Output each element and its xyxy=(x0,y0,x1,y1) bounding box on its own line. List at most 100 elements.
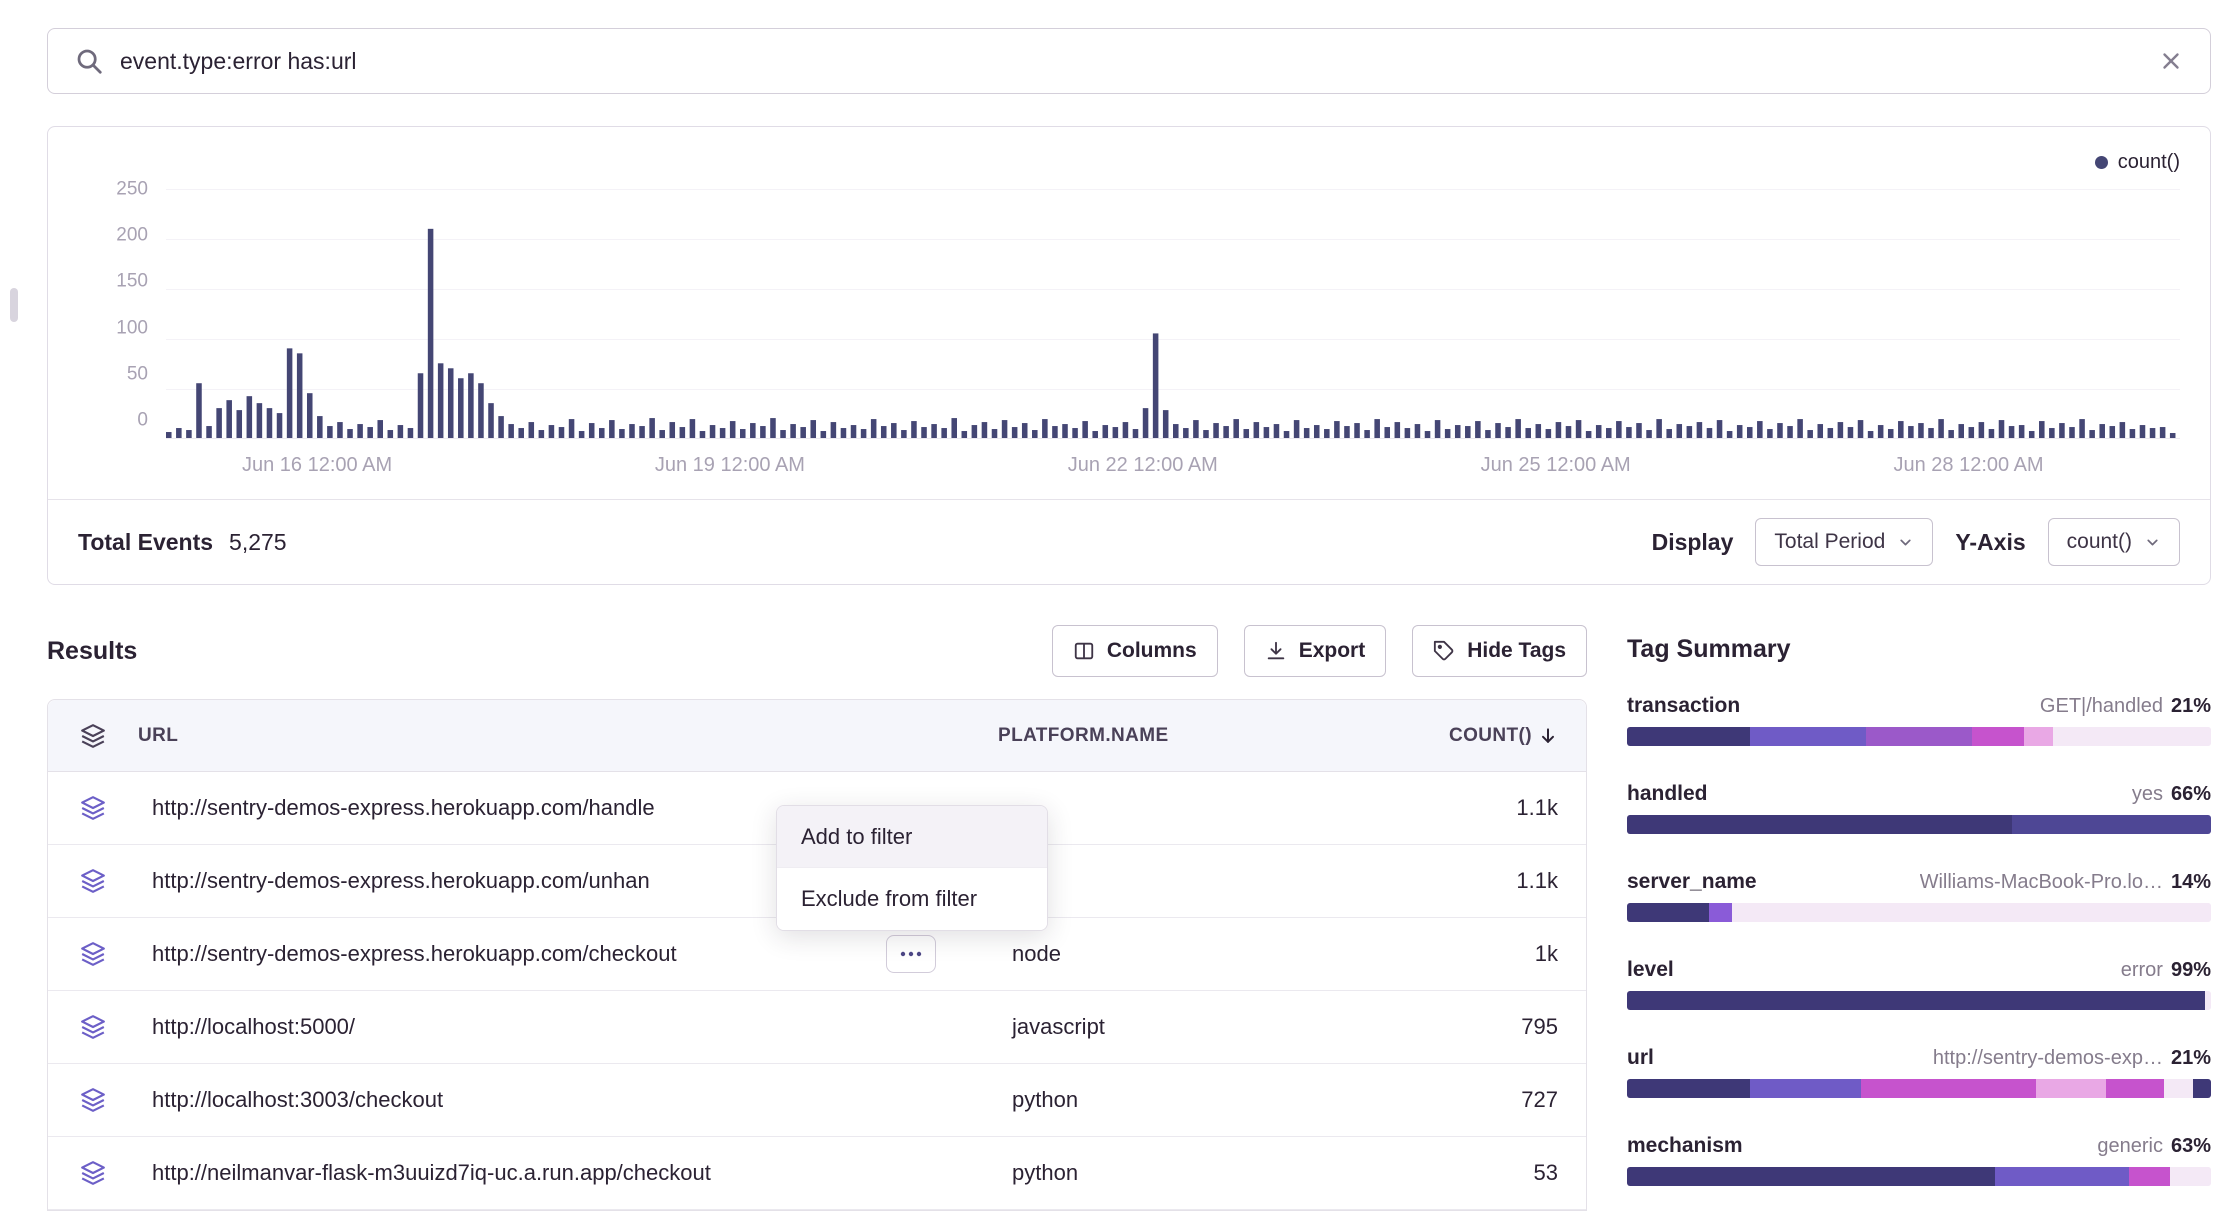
tag-bar-segment[interactable] xyxy=(2170,1167,2211,1186)
search-input[interactable] xyxy=(120,48,2142,75)
tag-bar-segment[interactable] xyxy=(1866,727,1971,746)
x-axis-label: Jun 19 12:00 AM xyxy=(655,454,805,477)
header-platform[interactable]: PLATFORM.NAME xyxy=(998,725,1278,747)
tag-bar-segment[interactable] xyxy=(1750,1079,1861,1098)
tag-bar-segment[interactable] xyxy=(1709,903,1732,922)
y-axis-label: 200 xyxy=(116,226,148,245)
tag-distribution-bar[interactable] xyxy=(1627,727,2211,746)
tag-bar-segment[interactable] xyxy=(1627,1167,1995,1186)
yaxis-select[interactable]: count() xyxy=(2048,518,2180,566)
yaxis-label: Y-Axis xyxy=(1955,529,2025,556)
url-cell[interactable]: http://localhost:3003/checkout xyxy=(138,1087,998,1113)
search-bar xyxy=(47,28,2211,94)
x-axis-label: Jun 25 12:00 AM xyxy=(1481,454,1631,477)
x-axis-label: Jun 16 12:00 AM xyxy=(242,454,392,477)
cell-actions-button[interactable] xyxy=(886,935,936,973)
tag-bar-segment[interactable] xyxy=(2205,991,2211,1010)
header-count[interactable]: COUNT() xyxy=(1278,725,1558,747)
chart-legend[interactable]: count() xyxy=(78,149,2180,175)
events-chart-panel: count() 250 200 150 100 50 0 Jun 16 12:0… xyxy=(47,126,2211,585)
tag-bar-segment[interactable] xyxy=(1627,991,2205,1010)
tag-top-pct: 21% xyxy=(2171,695,2211,717)
y-axis-label: 0 xyxy=(137,410,148,429)
panel-resize-handle[interactable] xyxy=(10,288,18,322)
count-cell: 53 xyxy=(1278,1160,1558,1186)
chart-y-axis: 250 200 150 100 50 0 xyxy=(78,189,166,439)
tag-summary-panel: Tag Summary transaction GET|/handled21% … xyxy=(1627,625,2211,1224)
platform-cell: python xyxy=(998,1160,1278,1186)
tag-row-handled: handled yes66% xyxy=(1627,782,2211,834)
tag-bar-segment[interactable] xyxy=(2053,727,2211,746)
legend-dot-icon xyxy=(2095,156,2108,169)
event-volume-chart: Jun 16 12:00 AMJun 19 12:00 AMJun 22 12:… xyxy=(166,189,2180,439)
hide-tags-button[interactable]: Hide Tags xyxy=(1412,625,1587,677)
columns-button[interactable]: Columns xyxy=(1052,625,1218,677)
legend-label: count() xyxy=(2118,151,2180,174)
chart-footer: Total Events 5,275 Display Total Period … xyxy=(48,499,2210,584)
clear-search-icon[interactable] xyxy=(2158,48,2184,74)
y-axis-label: 250 xyxy=(116,180,148,199)
stack-icon xyxy=(48,1014,138,1040)
tag-row-server-name: server_name Williams-MacBook-Pro.lo…14% xyxy=(1627,870,2211,922)
tag-bar-segment[interactable] xyxy=(2193,1079,2211,1098)
total-events-value: 5,275 xyxy=(229,529,287,556)
x-axis-label: Jun 22 12:00 AM xyxy=(1068,454,1218,477)
tag-bar-segment[interactable] xyxy=(1995,1167,2129,1186)
tag-bar-segment[interactable] xyxy=(1750,727,1867,746)
tag-bar-segment[interactable] xyxy=(2164,1079,2193,1098)
display-select[interactable]: Total Period xyxy=(1755,518,1933,566)
tag-name: mechanism xyxy=(1627,1134,1743,1158)
table-row[interactable]: http://localhost:3003/checkout python 72… xyxy=(48,1064,1586,1137)
url-cell[interactable]: http://localhost:5000/ xyxy=(138,1014,998,1040)
platform-cell: python xyxy=(998,1087,1278,1113)
tag-bar-segment[interactable] xyxy=(1627,1079,1750,1098)
count-cell: 1.1k xyxy=(1278,795,1558,821)
tag-bar-segment[interactable] xyxy=(2106,1079,2164,1098)
tag-distribution-bar[interactable] xyxy=(1627,991,2211,1010)
count-cell: 1.1k xyxy=(1278,868,1558,894)
tag-top-pct: 99% xyxy=(2171,959,2211,981)
download-icon xyxy=(1265,640,1287,662)
url-cell[interactable]: http://neilmanvar-flask-m3uuizd7iq-uc.a.… xyxy=(138,1160,998,1186)
y-axis-label: 50 xyxy=(127,364,148,383)
tag-name: server_name xyxy=(1627,870,1757,894)
tag-name: handled xyxy=(1627,782,1708,806)
table-row[interactable]: http://neilmanvar-flask-m3uuizd7iq-uc.a.… xyxy=(48,1137,1586,1210)
stack-icon xyxy=(48,941,138,967)
tag-bar-segment[interactable] xyxy=(1627,903,1709,922)
header-url[interactable]: URL xyxy=(138,725,998,747)
tag-bar-segment[interactable] xyxy=(1972,727,2025,746)
results-title: Results xyxy=(47,637,137,666)
tag-bar-segment[interactable] xyxy=(2024,727,2053,746)
tag-bar-segment[interactable] xyxy=(2012,815,2211,834)
tag-distribution-bar[interactable] xyxy=(1627,903,2211,922)
y-axis-label: 150 xyxy=(116,272,148,291)
sort-desc-icon xyxy=(1538,726,1558,746)
export-button[interactable]: Export xyxy=(1244,625,1387,677)
tag-bar-segment[interactable] xyxy=(1732,903,2211,922)
search-icon xyxy=(74,46,104,76)
y-axis-label: 100 xyxy=(116,318,148,337)
tag-top-value: yes xyxy=(2132,783,2163,805)
tag-distribution-bar[interactable] xyxy=(1627,815,2211,834)
url-cell[interactable]: http://sentry-demos-express.herokuapp.co… xyxy=(138,941,998,967)
tag-bar-segment[interactable] xyxy=(1861,1079,2036,1098)
count-cell: 795 xyxy=(1278,1014,1558,1040)
menu-item-add-to-filter[interactable]: Add to filter xyxy=(777,806,1047,868)
stack-header-icon[interactable] xyxy=(48,723,138,749)
tag-top-value: GET|/handled xyxy=(2040,695,2163,717)
stack-icon xyxy=(48,1160,138,1186)
tag-row-transaction: transaction GET|/handled21% xyxy=(1627,694,2211,746)
tag-distribution-bar[interactable] xyxy=(1627,1079,2211,1098)
total-events-label: Total Events xyxy=(78,529,213,556)
menu-item-exclude-from-filter[interactable]: Exclude from filter xyxy=(777,868,1047,930)
tag-bar-segment[interactable] xyxy=(2036,1079,2106,1098)
platform-cell: node xyxy=(998,941,1278,967)
tag-bar-segment[interactable] xyxy=(1627,727,1750,746)
columns-icon xyxy=(1073,640,1095,662)
tag-bar-segment[interactable] xyxy=(2129,1167,2170,1186)
tag-bar-segment[interactable] xyxy=(1627,815,2012,834)
tag-distribution-bar[interactable] xyxy=(1627,1167,2211,1186)
table-row[interactable]: http://localhost:5000/ javascript 795 xyxy=(48,991,1586,1064)
display-label: Display xyxy=(1652,529,1734,556)
